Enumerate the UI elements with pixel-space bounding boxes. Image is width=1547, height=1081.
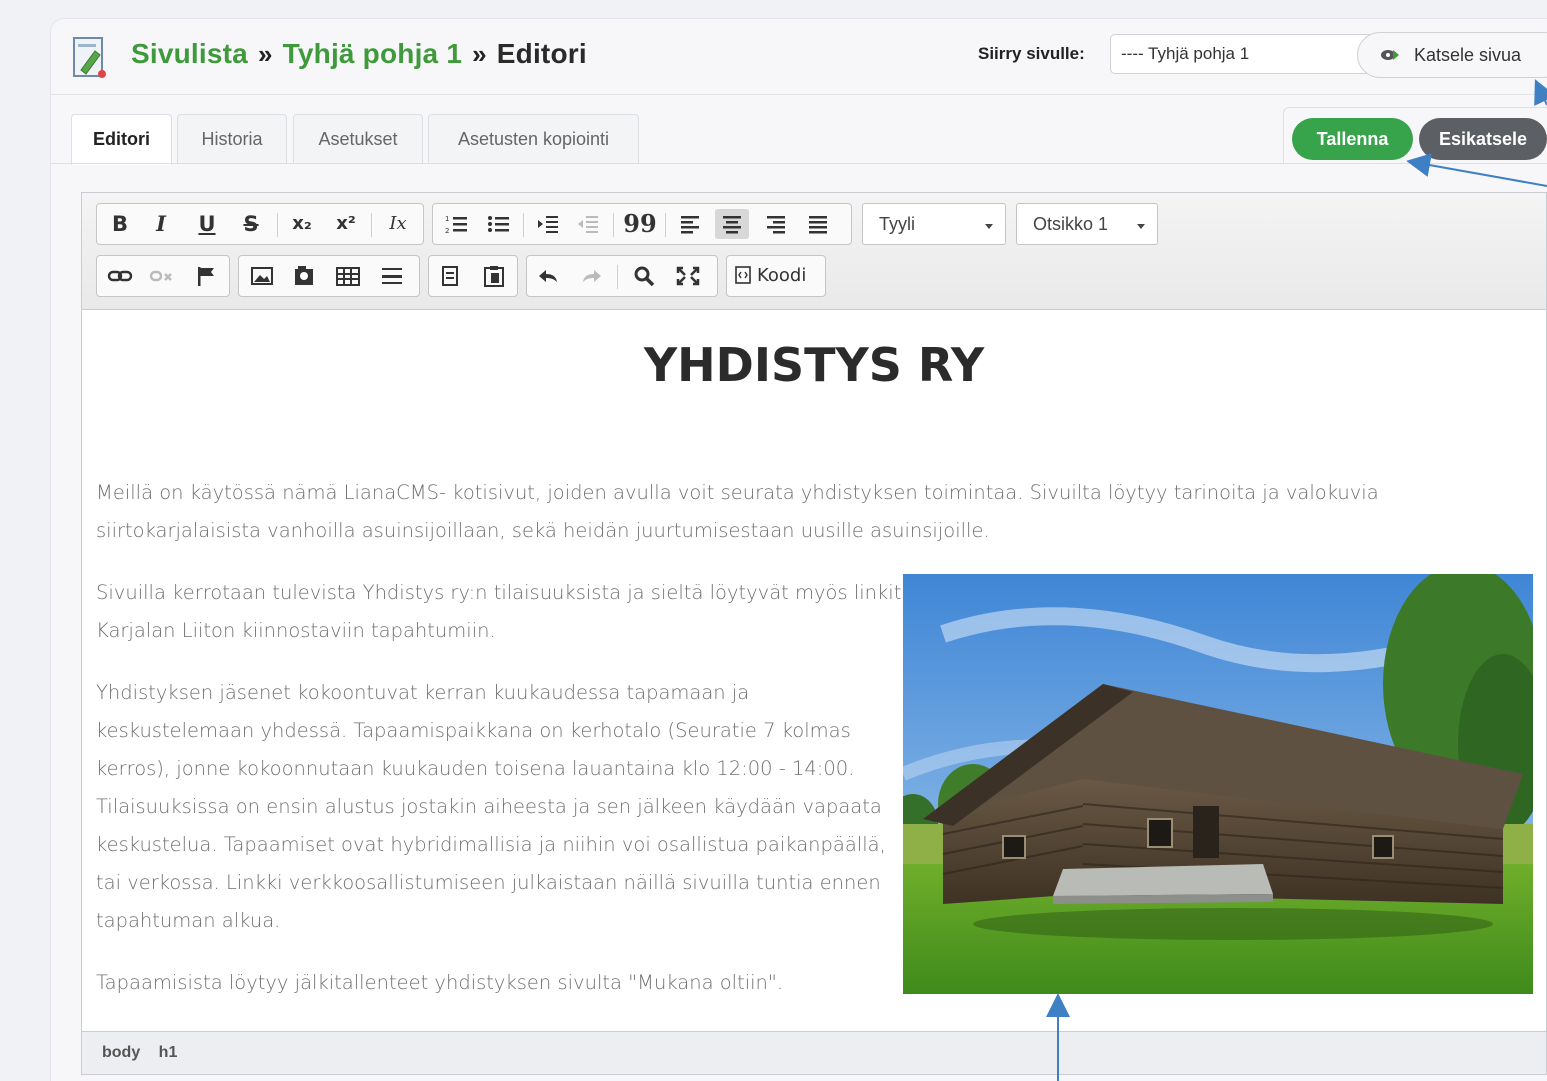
align-justify-icon[interactable] (801, 209, 835, 239)
goto-page-select[interactable]: ---- Tyhjä pohja 1 (1110, 34, 1396, 74)
toolbar-group-source: Koodi (726, 255, 826, 297)
media-icon[interactable] (287, 261, 321, 291)
breadcrumb-separator: » (472, 39, 487, 69)
tab-historia[interactable]: Historia (177, 114, 287, 164)
format-select[interactable]: Otsikko 1 (1016, 203, 1158, 245)
code-icon (735, 266, 751, 284)
breadcrumb-sivulista[interactable]: Sivulista (131, 38, 248, 69)
toolbar-group-insert (238, 255, 420, 297)
blockquote-button[interactable]: 99 (623, 209, 657, 239)
editor-content[interactable]: YHDISTYS RY Meillä on käytössä nämä Lian… (82, 310, 1546, 1031)
strikethrough-button[interactable]: S (234, 209, 268, 239)
toolbar-separator (277, 213, 278, 237)
search-icon[interactable] (627, 261, 661, 291)
style-select-value: Tyyli (879, 214, 915, 234)
bullet-list-icon[interactable] (481, 209, 515, 239)
bold-button[interactable]: B (103, 209, 137, 239)
tab-editori[interactable]: Editori (71, 114, 172, 165)
editor-card: Sivulista » Tyhjä pohja 1 » Editori Siirry s… (50, 18, 1547, 1081)
align-left-icon[interactable] (673, 209, 707, 239)
underline-button[interactable]: U (190, 209, 224, 239)
breadcrumb-separator: » (257, 39, 273, 69)
paragraph[interactable]: Meillä on käytössä nämä LianaCMS- kotisi… (96, 474, 1516, 550)
breadcrumb: Sivulista » Tyhjä pohja 1 » Editori (131, 38, 587, 70)
toolbar-group-history (526, 255, 718, 297)
chevron-down-icon (1137, 224, 1145, 229)
remove-format-button[interactable]: Ix (381, 209, 415, 239)
document-heading[interactable]: YHDISTYS RY (82, 338, 1546, 392)
toolbar-group-paragraph: 12 99 (432, 203, 852, 245)
subscript-button[interactable]: x₂ (285, 209, 319, 239)
align-center-icon[interactable] (715, 209, 749, 239)
tab-divider (51, 163, 1547, 164)
editor-toolbar: B I U S x₂ x² Ix 12 99 Tyyli Otsikko 1 K… (82, 193, 1546, 310)
source-code-label: Koodi (757, 265, 807, 286)
path-item-body[interactable]: body (102, 1044, 140, 1061)
horizontal-rule-icon[interactable] (375, 261, 409, 291)
toolbar-group-templates (428, 255, 518, 297)
view-page-label: Katsele sivua (1414, 45, 1522, 65)
save-button[interactable]: Tallenna (1292, 118, 1413, 160)
toolbar-group-links (96, 255, 230, 297)
page-edit-icon (73, 37, 106, 78)
breadcrumb-page[interactable]: Tyhjä pohja 1 (283, 38, 462, 69)
chevron-down-icon (985, 224, 993, 229)
source-code-button[interactable]: Koodi (735, 261, 821, 291)
svg-text:1: 1 (445, 215, 449, 223)
page-header: Sivulista » Tyhjä pohja 1 » Editori Siirry s… (51, 19, 1547, 95)
toolbar-separator (523, 213, 524, 237)
tab-asetukset[interactable]: Asetukset (293, 114, 423, 164)
preview-button[interactable]: Esikatsele (1419, 118, 1547, 160)
element-path-bar: body h1 (82, 1031, 1546, 1074)
toolbar-separator (617, 265, 618, 289)
paragraph[interactable]: Sivuilla kerrotaan tulevista Yhdistys ry… (96, 574, 906, 650)
template-icon[interactable] (433, 261, 467, 291)
format-select-value: Otsikko 1 (1033, 214, 1109, 234)
tab-asetusten-kopiointi[interactable]: Asetusten kopiointi (428, 114, 639, 164)
toolbar-separator (613, 213, 614, 237)
anchor-flag-icon[interactable] (189, 261, 223, 291)
redo-icon[interactable] (575, 261, 609, 291)
svg-text:2: 2 (445, 227, 449, 235)
link-icon[interactable] (103, 261, 137, 291)
view-page-button[interactable]: Katsele sivua (1357, 32, 1547, 78)
unlink-icon[interactable] (145, 261, 179, 291)
fullscreen-icon[interactable] (671, 261, 705, 291)
paragraph[interactable]: Tapaamisista löytyy jälkitallenteet yhdi… (96, 964, 906, 1002)
undo-icon[interactable] (531, 261, 565, 291)
goto-page-selected: ---- Tyhjä pohja 1 (1121, 44, 1250, 63)
style-select[interactable]: Tyyli (862, 203, 1006, 245)
toolbar-group-formatting: B I U S x₂ x² Ix (96, 203, 424, 245)
outdent-icon[interactable] (571, 209, 605, 239)
superscript-button[interactable]: x² (329, 209, 363, 239)
path-item-h1[interactable]: h1 (159, 1044, 178, 1061)
log-house-photo[interactable] (903, 574, 1533, 994)
toolbar-separator (665, 213, 666, 237)
paragraph[interactable]: Yhdistyksen jäsenet kokoontuvat kerran k… (96, 674, 906, 940)
eye-arrow-icon (1381, 50, 1399, 60)
image-icon[interactable] (245, 261, 279, 291)
indent-icon[interactable] (531, 209, 565, 239)
table-icon[interactable] (331, 261, 365, 291)
rich-text-editor: B I U S x₂ x² Ix 12 99 Tyyli Otsikko 1 K… (81, 192, 1547, 1075)
italic-button[interactable]: I (144, 209, 178, 239)
align-right-icon[interactable] (759, 209, 793, 239)
numbered-list-icon[interactable]: 12 (439, 209, 473, 239)
goto-page-label: Siirry sivulle: (978, 44, 1085, 63)
toolbar-separator (371, 213, 372, 237)
paste-icon[interactable] (477, 261, 511, 291)
breadcrumb-current: Editori (496, 38, 587, 69)
